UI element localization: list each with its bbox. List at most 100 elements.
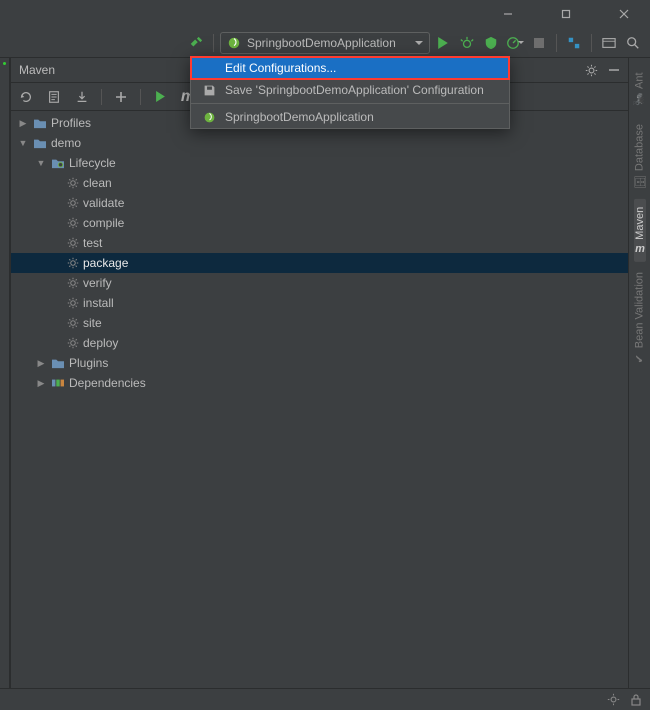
run-config-label: SpringbootDemoApplication bbox=[247, 36, 409, 50]
status-bar bbox=[0, 688, 650, 710]
run-config-selector[interactable]: SpringbootDemoApplication bbox=[220, 32, 430, 54]
git-branch-icon[interactable] bbox=[563, 32, 585, 54]
folder-gear-icon bbox=[51, 157, 65, 169]
chevron-down-icon bbox=[415, 39, 423, 47]
panel-hide-icon[interactable] bbox=[608, 64, 620, 76]
spring-icon bbox=[227, 36, 241, 50]
toolbar-separator bbox=[213, 34, 214, 52]
toolwindow-tab-database[interactable]: 🗄 Database bbox=[633, 116, 646, 197]
gear-icon bbox=[67, 297, 79, 309]
menu-separator bbox=[191, 103, 509, 104]
status-lock-icon[interactable] bbox=[630, 693, 642, 706]
tree-label: Lifecycle bbox=[69, 156, 116, 170]
build-hammer-icon[interactable] bbox=[185, 32, 207, 54]
collapse-arrow-icon[interactable]: ▼ bbox=[17, 138, 29, 148]
tree-label: verify bbox=[83, 276, 112, 290]
tree-label: test bbox=[83, 236, 102, 250]
run-button[interactable] bbox=[432, 32, 454, 54]
ant-icon: 🐜 bbox=[633, 93, 646, 106]
module-icon bbox=[33, 137, 47, 149]
database-icon: 🗄 bbox=[633, 176, 647, 189]
tree-node-lifecycle-site[interactable]: site bbox=[11, 313, 628, 333]
bean-icon: ✔ bbox=[633, 352, 646, 365]
tree-node-dependencies[interactable]: ▶ Dependencies bbox=[11, 373, 628, 393]
tree-label: validate bbox=[83, 196, 124, 210]
folder-icon bbox=[51, 357, 65, 369]
maven-tool-window: Maven m ▶ Profiles ▼ bbox=[10, 58, 628, 710]
toolwindow-tab-bean-validation[interactable]: ✔ Bean Validation bbox=[633, 264, 646, 373]
expand-arrow-icon[interactable]: ▶ bbox=[17, 118, 29, 129]
save-icon bbox=[201, 84, 217, 97]
gear-icon bbox=[67, 317, 79, 329]
search-everywhere-icon[interactable] bbox=[622, 32, 644, 54]
toolwindow-tab-maven[interactable]: m Maven bbox=[634, 199, 646, 262]
window-maximize-button[interactable] bbox=[544, 0, 588, 28]
tree-node-lifecycle-clean[interactable]: clean bbox=[11, 173, 628, 193]
gear-icon bbox=[67, 237, 79, 249]
maven-icon: m bbox=[635, 243, 645, 255]
gear-icon bbox=[67, 217, 79, 229]
window-minimize-button[interactable] bbox=[486, 0, 530, 28]
gear-icon bbox=[67, 277, 79, 289]
window-close-button[interactable] bbox=[602, 0, 646, 28]
folder-icon bbox=[33, 117, 47, 129]
tree-label: clean bbox=[83, 176, 112, 190]
gear-icon bbox=[67, 177, 79, 189]
spring-icon bbox=[201, 111, 217, 124]
menu-item-label: SpringbootDemoApplication bbox=[225, 110, 374, 124]
window-titlebar bbox=[0, 0, 650, 28]
tree-node-lifecycle[interactable]: ▼ Lifecycle bbox=[11, 153, 628, 173]
left-gutter-stripe bbox=[0, 58, 10, 710]
tree-label: deploy bbox=[83, 336, 118, 350]
right-tool-window-stripe: 🐜 Ant 🗄 Database m Maven ✔ Bean Validati… bbox=[628, 58, 650, 710]
maven-tree[interactable]: ▶ Profiles ▼ demo ▼ Lifecycle cleanvalid… bbox=[11, 111, 628, 710]
tree-node-lifecycle-package[interactable]: package bbox=[11, 253, 628, 273]
tree-node-lifecycle-deploy[interactable]: deploy bbox=[11, 333, 628, 353]
menu-item-label: Save 'SpringbootDemoApplication' Configu… bbox=[225, 83, 484, 97]
tree-label: Plugins bbox=[69, 356, 108, 370]
reload-icon[interactable] bbox=[17, 88, 35, 106]
menu-item-run-springboot[interactable]: SpringbootDemoApplication bbox=[191, 106, 509, 128]
expand-arrow-icon[interactable]: ▶ bbox=[35, 358, 47, 369]
status-settings-icon[interactable] bbox=[607, 693, 620, 706]
coverage-button[interactable] bbox=[480, 32, 502, 54]
gear-icon bbox=[67, 197, 79, 209]
run-maven-icon[interactable] bbox=[151, 88, 169, 106]
tree-label: package bbox=[83, 256, 128, 270]
tree-node-lifecycle-compile[interactable]: compile bbox=[11, 213, 628, 233]
panel-settings-icon[interactable] bbox=[585, 64, 598, 77]
generate-sources-icon[interactable] bbox=[45, 88, 63, 106]
ide-settings-icon[interactable] bbox=[598, 32, 620, 54]
profiler-button[interactable] bbox=[504, 32, 526, 54]
stop-button[interactable] bbox=[528, 32, 550, 54]
panel-title: Maven bbox=[19, 63, 55, 77]
menu-item-label: Edit Configurations... bbox=[225, 61, 336, 75]
toolwindow-tab-label: Maven bbox=[634, 207, 646, 240]
debug-button[interactable] bbox=[456, 32, 478, 54]
tree-node-plugins[interactable]: ▶ Plugins bbox=[11, 353, 628, 373]
menu-item-edit-configurations[interactable]: Edit Configurations... bbox=[191, 57, 509, 79]
gear-icon bbox=[67, 337, 79, 349]
tree-node-lifecycle-install[interactable]: install bbox=[11, 293, 628, 313]
tree-label: demo bbox=[51, 136, 81, 150]
tree-label: compile bbox=[83, 216, 124, 230]
tree-node-lifecycle-test[interactable]: test bbox=[11, 233, 628, 253]
toolwindow-tab-label: Ant bbox=[634, 72, 646, 89]
download-icon[interactable] bbox=[73, 88, 91, 106]
menu-item-save-configuration[interactable]: Save 'SpringbootDemoApplication' Configu… bbox=[191, 79, 509, 101]
add-icon[interactable] bbox=[112, 88, 130, 106]
toolbar-separator bbox=[556, 34, 557, 52]
toolwindow-tab-ant[interactable]: 🐜 Ant bbox=[633, 64, 646, 114]
toolwindow-tab-label: Database bbox=[634, 124, 646, 171]
tree-label: Dependencies bbox=[69, 376, 146, 390]
collapse-arrow-icon[interactable]: ▼ bbox=[35, 158, 47, 168]
tree-node-lifecycle-verify[interactable]: verify bbox=[11, 273, 628, 293]
toolbar-separator bbox=[591, 34, 592, 52]
run-config-dropdown: Edit Configurations... Save 'SpringbootD… bbox=[190, 56, 510, 129]
tree-node-demo[interactable]: ▼ demo bbox=[11, 133, 628, 153]
tree-node-lifecycle-validate[interactable]: validate bbox=[11, 193, 628, 213]
toolwindow-tab-label: Bean Validation bbox=[634, 272, 646, 348]
gear-icon bbox=[67, 257, 79, 269]
expand-arrow-icon[interactable]: ▶ bbox=[35, 378, 47, 389]
tree-label: install bbox=[83, 296, 114, 310]
